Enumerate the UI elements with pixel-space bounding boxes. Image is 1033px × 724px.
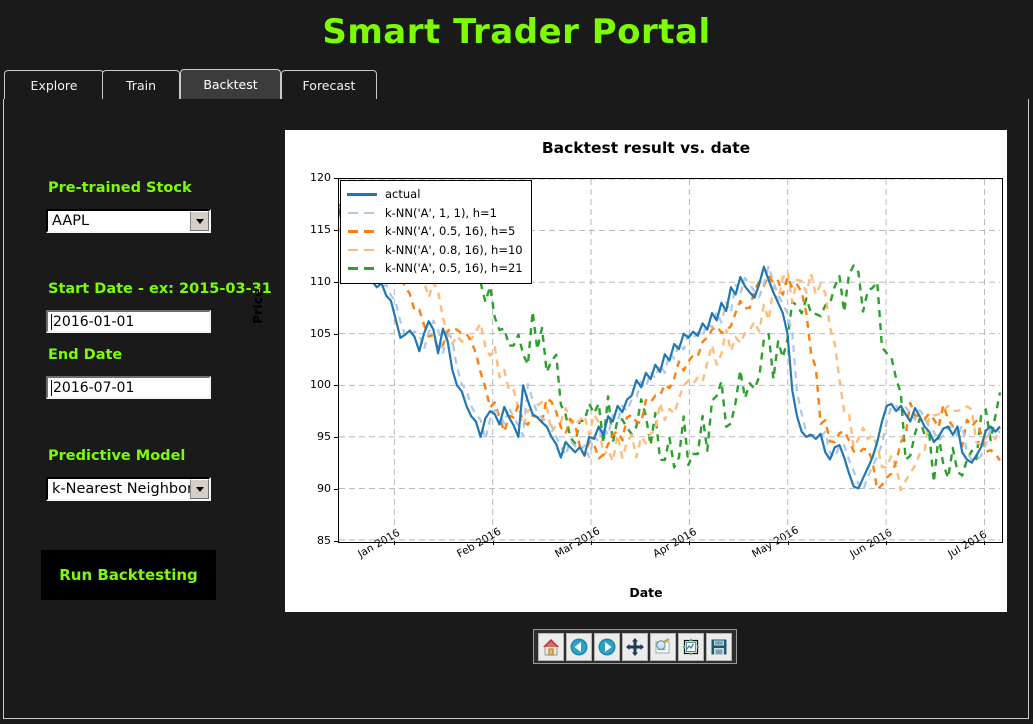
- legend-label: k-NN('A', 0.8, 16), h=10: [385, 242, 523, 257]
- tab-label: Train: [126, 77, 156, 93]
- forward-arrow-icon[interactable]: [594, 632, 620, 661]
- stock-label: Pre-trained Stock: [48, 180, 192, 196]
- legend-item: actual: [347, 185, 523, 204]
- y-tick-label: 85: [317, 534, 331, 547]
- model-select-value: k-Nearest Neighbors: [52, 481, 190, 497]
- save-floppy-icon[interactable]: [706, 632, 732, 661]
- y-tick-label: 90: [317, 482, 331, 496]
- matplotlib-nav-toolbar: [533, 629, 737, 664]
- tab-forecast[interactable]: Forecast: [281, 70, 377, 99]
- legend-item: k-NN('A', 0.5, 16), h=21: [347, 259, 523, 278]
- tab-explore[interactable]: Explore: [4, 70, 104, 99]
- page-title: Smart Trader Portal: [322, 12, 711, 52]
- model-select[interactable]: k-Nearest Neighbors: [46, 477, 211, 501]
- tab-label: Forecast: [302, 77, 356, 93]
- end-date-label: End Date: [48, 347, 123, 363]
- run-backtesting-button[interactable]: Run Backtesting: [41, 550, 216, 600]
- model-label: Predictive Model: [48, 448, 186, 464]
- start-date-input[interactable]: 2016-01-01: [46, 310, 211, 333]
- tab-train[interactable]: Train: [102, 70, 180, 99]
- legend-label: k-NN('A', 0.5, 16), h=5: [385, 224, 516, 239]
- legend-item: k-NN('A', 0.8, 16), h=10: [347, 241, 523, 260]
- stock-select[interactable]: AAPL: [46, 209, 211, 233]
- legend-item: k-NN('A', 0.5, 16), h=5: [347, 222, 523, 241]
- y-tick-label: 105: [310, 326, 331, 340]
- tab-label: Backtest: [203, 77, 258, 92]
- chart-legend: actual k-NN('A', 1, 1), h=1 k-NN('A', 0.…: [340, 180, 532, 284]
- end-date-value: 2016-07-01: [53, 379, 135, 396]
- home-icon[interactable]: [538, 632, 564, 661]
- y-tick-label: 100: [310, 378, 331, 392]
- legend-label: actual: [385, 187, 421, 202]
- start-date-value: 2016-01-01: [53, 313, 135, 330]
- pan-move-icon[interactable]: [622, 632, 648, 661]
- chart-title: Backtest result vs. date: [541, 139, 751, 157]
- chart-panel: Backtest result vs. date Price Date 85 90…: [250, 130, 1007, 612]
- chevron-down-icon[interactable]: [190, 479, 209, 499]
- zoom-rect-icon[interactable]: [650, 632, 676, 661]
- app-window: Smart Trader Portal Explore Train Backte…: [0, 0, 1033, 724]
- configure-subplots-icon[interactable]: [678, 632, 704, 661]
- stock-select-value: AAPL: [52, 213, 90, 229]
- tab-bar: Explore Train Backtest Forecast: [3, 69, 1030, 100]
- chart-xlabel: Date: [629, 585, 663, 600]
- back-arrow-icon[interactable]: [566, 632, 592, 661]
- start-date-label: Start Date - ex: 2015-03-31: [48, 281, 272, 297]
- legend-swatch-knn-h21: [347, 262, 377, 274]
- y-tick-label: 115: [310, 222, 331, 236]
- legend-label: k-NN('A', 1, 1), h=1: [385, 205, 497, 220]
- legend-swatch-actual: [347, 188, 377, 200]
- y-tick-label: 95: [317, 430, 331, 444]
- chevron-down-icon[interactable]: [190, 211, 209, 231]
- legend-label: k-NN('A', 0.5, 16), h=21: [385, 261, 523, 276]
- legend-swatch-knn-h5: [347, 225, 377, 237]
- chart-ylabel: Price: [250, 288, 265, 325]
- legend-swatch-knn-h1: [347, 207, 377, 219]
- y-tick-label: 110: [310, 274, 331, 288]
- end-date-input[interactable]: 2016-07-01: [46, 376, 211, 399]
- legend-item: k-NN('A', 1, 1), h=1: [347, 204, 523, 223]
- legend-swatch-knn-h10: [347, 244, 377, 256]
- tab-backtest[interactable]: Backtest: [180, 69, 281, 99]
- y-tick-label: 120: [310, 171, 331, 184]
- tab-label: Explore: [30, 77, 78, 93]
